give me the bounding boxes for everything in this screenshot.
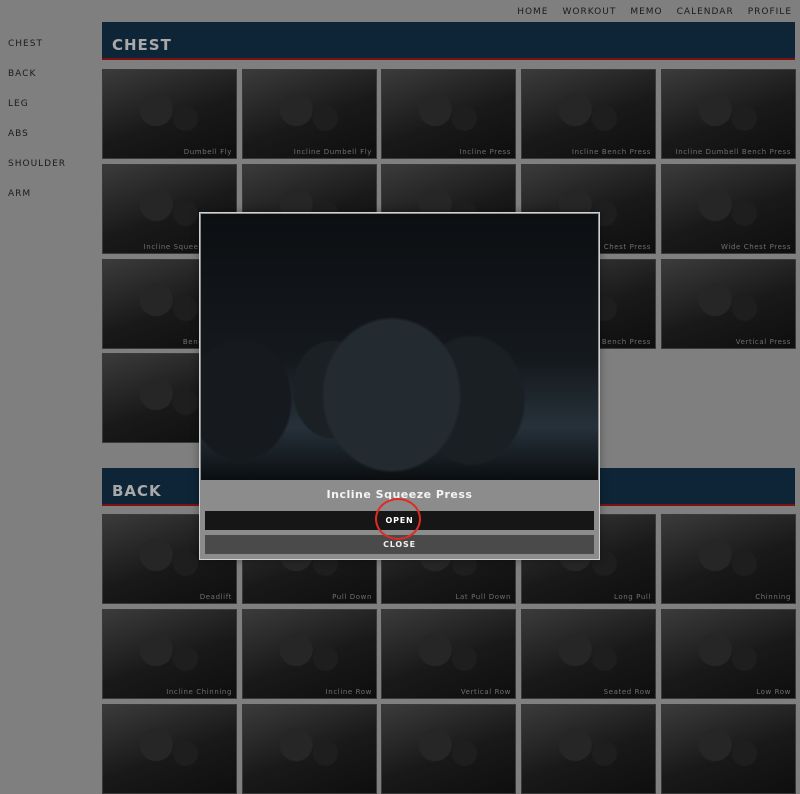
exercise-tile[interactable]: Vertical Row — [381, 609, 516, 699]
sidebar: CHEST BACK LEG ABS SHOULDER ARM — [8, 38, 98, 218]
modal-title: Incline Squeeze Press — [326, 488, 473, 501]
exercise-tile[interactable]: Incline Chinning — [102, 609, 237, 699]
exercise-label: Incline Row — [325, 688, 372, 696]
exercise-tile[interactable]: Vertical Press — [661, 259, 796, 349]
exercise-label: Vertical Press — [735, 338, 791, 346]
nav-memo-link[interactable]: MEMO — [616, 6, 662, 18]
exercise-label: Incline Press — [459, 148, 511, 156]
sidebar-item-arm[interactable]: ARM — [8, 188, 98, 218]
section-header-chest: CHEST — [102, 22, 795, 60]
exercise-label: Incline Dumbell Bench Press — [675, 148, 791, 156]
exercise-label: Lat Pull Down — [455, 593, 511, 601]
exercise-tile[interactable]: Chinning — [661, 514, 796, 604]
sidebar-item-chest[interactable]: CHEST — [8, 38, 98, 68]
exercise-tile[interactable] — [521, 704, 656, 794]
exercise-label: Vertical Row — [460, 688, 511, 696]
nav-calendar-link[interactable]: CALENDAR — [663, 6, 734, 18]
exercise-label: Chest Press — [603, 243, 651, 251]
exercise-tile[interactable]: Low Row — [661, 609, 796, 699]
exercise-label: Incline Bench Press — [571, 148, 651, 156]
exercise-label: Long Pull — [614, 593, 651, 601]
exercise-label: Pull Down — [332, 593, 372, 601]
exercise-label: Wide Chest Press — [721, 243, 791, 251]
exercise-tile[interactable]: Incline Press — [381, 69, 516, 159]
sidebar-item-abs[interactable]: ABS — [8, 128, 98, 158]
exercise-tile[interactable]: Incline Bench Press — [521, 69, 656, 159]
exercise-tile[interactable]: Wide Chest Press — [661, 164, 796, 254]
exercise-label: Chinning — [755, 593, 791, 601]
exercise-preview-image — [201, 214, 598, 480]
section-title: BACK — [112, 482, 162, 500]
exercise-tile[interactable] — [661, 704, 796, 794]
exercise-tile[interactable]: Dumbell Fly — [102, 69, 237, 159]
exercise-label: Deadlift — [199, 593, 232, 601]
nav-workout-link[interactable]: WORKOUT — [549, 6, 617, 18]
nav-profile-link[interactable]: PROFILE — [734, 6, 792, 18]
exercise-tile[interactable]: Incline Dumbell Bench Press — [661, 69, 796, 159]
nav-home-link[interactable]: HOME — [503, 6, 548, 18]
exercise-label: Seated Row — [603, 688, 651, 696]
open-button[interactable]: OPEN — [205, 511, 594, 530]
sidebar-item-leg[interactable]: LEG — [8, 98, 98, 128]
exercise-tile[interactable] — [381, 704, 516, 794]
exercise-label: Low Row — [756, 688, 791, 696]
sidebar-item-shoulder[interactable]: SHOULDER — [8, 158, 98, 188]
exercise-modal: Incline Squeeze Press OPEN CLOSE — [199, 212, 600, 560]
section-title: CHEST — [112, 36, 172, 54]
exercise-tile[interactable]: Seated Row — [521, 609, 656, 699]
exercise-label: Incline Dumbell Fly — [293, 148, 372, 156]
exercise-label: Dumbell Fly — [183, 148, 232, 156]
exercise-tile[interactable]: Incline Dumbell Fly — [242, 69, 377, 159]
exercise-tile[interactable] — [102, 704, 237, 794]
exercise-tile[interactable]: Incline Row — [242, 609, 377, 699]
exercise-label: Bench Press — [601, 338, 651, 346]
exercise-tile[interactable] — [242, 704, 377, 794]
sidebar-item-back[interactable]: BACK — [8, 68, 98, 98]
top-nav: HOME WORKOUT MEMO CALENDAR PROFILE — [503, 6, 792, 18]
exercise-label: Incline Chinning — [166, 688, 232, 696]
close-button[interactable]: CLOSE — [205, 535, 594, 554]
